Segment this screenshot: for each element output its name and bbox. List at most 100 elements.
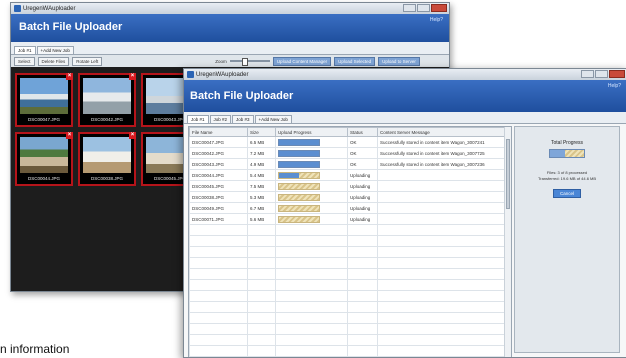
- maximize-button[interactable]: [417, 4, 430, 12]
- table-cell-size: [247, 268, 276, 280]
- upload-progress-bar: [278, 138, 320, 146]
- column-header-server-message[interactable]: Content Server Message: [377, 127, 511, 137]
- remove-icon[interactable]: ×: [129, 73, 136, 80]
- upload-to-server-button[interactable]: Upload to Server: [378, 56, 420, 66]
- table-cell-size: 7.2 MB: [247, 147, 276, 159]
- total-progress-bar: [549, 149, 585, 158]
- thumbnail-item[interactable]: × DSC00047.JPG: [15, 73, 73, 127]
- table-cell-size: [247, 312, 276, 324]
- table-row[interactable]: [189, 345, 511, 357]
- table-row[interactable]: [189, 224, 511, 236]
- table-row[interactable]: DSC00049.JPG 6.7 MB Uploading: [189, 202, 511, 214]
- upload-progress-bar: [278, 171, 320, 179]
- upload-content-manager-button[interactable]: Upload Content Manager: [272, 56, 332, 66]
- table-cell-status: Uploading: [347, 169, 378, 181]
- table-row[interactable]: DSC00044.JPG 5.4 MB Uploading: [189, 169, 511, 181]
- front-window-titlebar[interactable]: UregenWAuploader: [184, 69, 626, 80]
- delete-files-button[interactable]: Delete Files: [37, 56, 70, 66]
- table-cell-message: [377, 290, 511, 302]
- back-help-link[interactable]: Help?: [430, 17, 443, 23]
- table-cell-file: [189, 323, 248, 335]
- table-cell-progress: [275, 312, 348, 324]
- zoom-slider[interactable]: [229, 58, 270, 66]
- table-cell-status: Uploading: [347, 180, 378, 192]
- scrollbar-thumb[interactable]: [506, 139, 510, 209]
- table-cell-message: [377, 180, 511, 192]
- table-row[interactable]: DSC00045.JPG 7.5 MB Uploading: [189, 180, 511, 192]
- table-cell-progress: [275, 235, 348, 247]
- cancel-button[interactable]: Cancel: [553, 189, 581, 198]
- front-help-link[interactable]: Help?: [608, 83, 621, 89]
- upload-selected-button[interactable]: Upload Selected: [334, 56, 376, 66]
- thumbnail-item[interactable]: × DSC00044.JPG: [15, 132, 73, 186]
- table-row[interactable]: [189, 312, 511, 324]
- table-row[interactable]: [189, 334, 511, 346]
- upload-file-table: File Name Size Upload Progress Status Co…: [188, 126, 512, 357]
- thumbnail-item[interactable]: × DSC00038.JPG: [78, 132, 136, 186]
- table-row[interactable]: [189, 301, 511, 313]
- table-cell-status: [347, 257, 378, 269]
- total-progress-label: Total Progress: [551, 140, 583, 146]
- remove-icon[interactable]: ×: [129, 132, 136, 139]
- photo-thumbnail-image: [83, 137, 131, 173]
- table-cell-message: [377, 312, 511, 324]
- table-cell-file: [189, 301, 248, 313]
- back-tab-job-1[interactable]: Job #1: [14, 46, 36, 54]
- select-button[interactable]: Select: [14, 56, 35, 66]
- table-cell-progress: [275, 147, 348, 159]
- table-row[interactable]: [189, 257, 511, 269]
- table-row[interactable]: [189, 279, 511, 291]
- table-cell-status: [347, 224, 378, 236]
- close-button[interactable]: [431, 4, 447, 12]
- table-cell-progress: [275, 180, 348, 192]
- table-cell-progress: [275, 158, 348, 170]
- remove-icon[interactable]: ×: [66, 132, 73, 139]
- close-button[interactable]: [609, 70, 625, 78]
- maximize-button[interactable]: [595, 70, 608, 78]
- table-cell-message: [377, 169, 511, 181]
- rotate-left-button[interactable]: Rotate Left: [72, 56, 103, 66]
- table-cell-file: [189, 312, 248, 324]
- minimize-button[interactable]: [581, 70, 594, 78]
- table-row[interactable]: [189, 290, 511, 302]
- table-cell-size: 5.6 MB: [247, 213, 276, 225]
- total-progress-fill: [550, 150, 566, 157]
- java-app-icon: [187, 71, 194, 78]
- table-row[interactable]: DSC00038.JPG 5.3 MB Uploading: [189, 191, 511, 203]
- table-row[interactable]: [189, 268, 511, 280]
- zoom-slider-handle[interactable]: [241, 58, 248, 66]
- table-cell-status: Uploading: [347, 202, 378, 214]
- back-window-titlebar[interactable]: UregenWAuploader: [11, 3, 449, 14]
- table-cell-status: Uploading: [347, 191, 378, 203]
- tab-job-2[interactable]: Job #2: [209, 115, 232, 123]
- zoom-label: Zoom: [215, 58, 227, 64]
- table-cell-size: [247, 345, 276, 357]
- table-row[interactable]: [189, 235, 511, 247]
- thumbnail-item[interactable]: × DSC00042.JPG: [78, 73, 136, 127]
- front-app-header: Batch File Uploader Help?: [184, 80, 626, 112]
- column-header-size[interactable]: Size: [247, 127, 276, 137]
- remove-icon[interactable]: ×: [66, 73, 73, 80]
- minimize-button[interactable]: [403, 4, 416, 12]
- table-row[interactable]: DSC00071.JPG 5.6 MB Uploading: [189, 213, 511, 225]
- back-app-header: Batch File Uploader Help?: [11, 14, 449, 42]
- tab-job-1[interactable]: Job #1: [187, 115, 209, 123]
- tab-job-3[interactable]: Job #3: [232, 115, 254, 123]
- photo-thumbnail-image: [20, 137, 68, 173]
- table-cell-size: [247, 290, 276, 302]
- table-row[interactable]: DSC00043.JPG 4.9 MB OK Successfully stored …: [189, 158, 511, 170]
- table-cell-message: [377, 301, 511, 313]
- table-cell-progress: [275, 345, 348, 357]
- column-header-file-name[interactable]: File Name: [189, 127, 248, 137]
- table-row[interactable]: [189, 323, 511, 335]
- back-tab-add-new-job[interactable]: +Add New Job: [36, 46, 74, 54]
- column-header-status[interactable]: Status: [347, 127, 378, 137]
- table-cell-message: Successfully stored in content item Wago…: [377, 147, 511, 159]
- table-row[interactable]: DSC00042.JPG 7.2 MB OK Successfully stored …: [189, 147, 511, 159]
- table-cell-message: Successfully stored in content item Wago…: [377, 136, 511, 148]
- table-row[interactable]: DSC00047.JPG 6.5 MB OK Successfully stored …: [189, 136, 511, 148]
- tab-add-new-job[interactable]: +Add New Job: [254, 115, 292, 123]
- vertical-scrollbar[interactable]: [504, 127, 511, 357]
- table-row[interactable]: [189, 246, 511, 258]
- column-header-upload-progress[interactable]: Upload Progress: [275, 127, 348, 137]
